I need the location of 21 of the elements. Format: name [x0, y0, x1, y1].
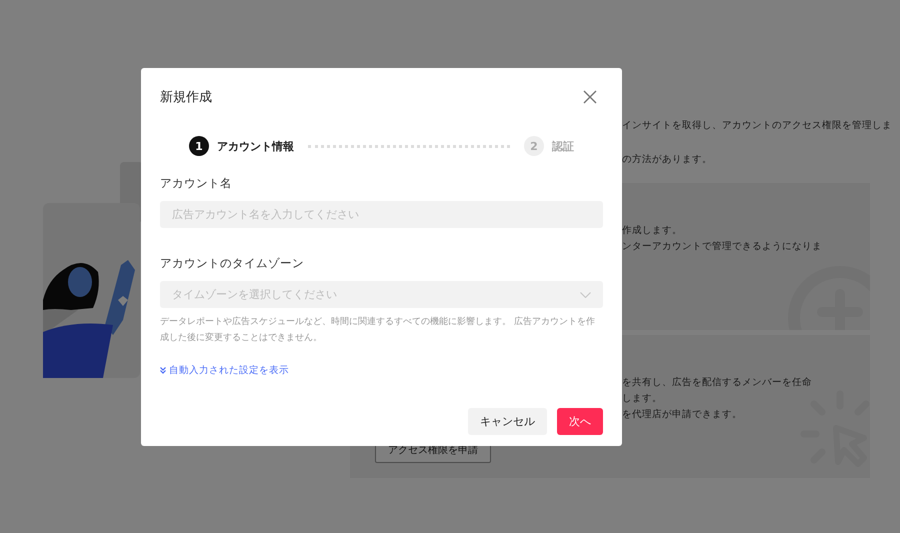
chevron-down-icon — [580, 292, 591, 298]
background-text: の方法があります。 — [622, 153, 712, 167]
background-text: します。 — [622, 392, 662, 406]
field-label: アカウントのタイムゾーン — [160, 256, 305, 271]
field-label: アカウント名 — [160, 176, 233, 191]
step-number: 1 — [189, 136, 209, 156]
step-label: 認証 — [552, 138, 574, 154]
step-label: アカウント情報 — [217, 138, 294, 154]
step-number: 2 — [524, 136, 544, 156]
help-text: データレポートや広告スケジュールなど、時間に関連するすべての機能に影響します。 広告アカウントを作成した後に変更することはできません。 — [160, 316, 596, 345]
show-settings-link[interactable]: 自動入力された設定を表示 — [160, 364, 289, 377]
background-text: 作成します。 — [622, 224, 682, 238]
double-chevron-down-icon — [160, 367, 166, 374]
cancel-button[interactable]: キャンセル — [468, 408, 547, 435]
background-text: を共有し、広告を配信するメンバーを任命 — [622, 376, 812, 390]
close-icon[interactable] — [583, 90, 597, 104]
background-text: インサイトを取得し、アカウントのアクセス権限を管理しま — [622, 119, 892, 133]
dialog-title: 新規作成 — [160, 89, 212, 106]
background-text: を代理店が申請できます。 — [622, 408, 742, 422]
background-text: ンターアカウントで管理できるようになりま — [622, 240, 822, 254]
next-button[interactable]: 次へ — [557, 408, 603, 435]
